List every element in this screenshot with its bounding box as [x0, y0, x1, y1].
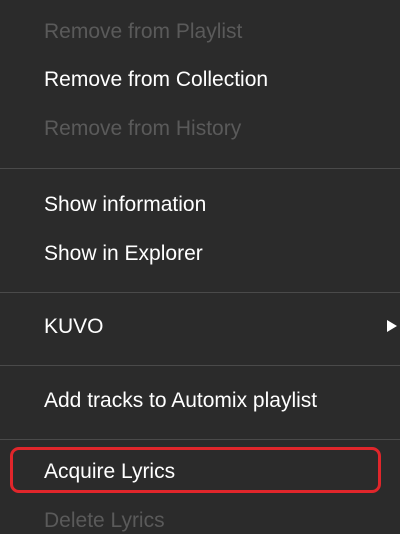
- menu-item-add-tracks-to-automix-playlist[interactable]: Add tracks to Automix playlist: [44, 389, 317, 413]
- menu-item-remove-from-collection[interactable]: Remove from Collection: [44, 68, 268, 92]
- menu-item-kuvo[interactable]: KUVO: [44, 315, 104, 339]
- menu-item-acquire-lyrics[interactable]: Acquire Lyrics: [44, 460, 175, 484]
- menu-divider: [0, 168, 400, 169]
- menu-item-show-information[interactable]: Show information: [44, 193, 206, 217]
- context-menu: Remove from Playlist Remove from Collect…: [0, 0, 400, 534]
- menu-divider: [0, 439, 400, 440]
- menu-item-delete-lyrics: Delete Lyrics: [44, 509, 165, 532]
- menu-item-remove-from-history: Remove from History: [44, 117, 242, 140]
- menu-divider: [0, 365, 400, 366]
- chevron-right-icon: [387, 320, 397, 332]
- menu-item-show-in-explorer[interactable]: Show in Explorer: [44, 242, 203, 266]
- menu-divider: [0, 292, 400, 293]
- menu-item-remove-from-playlist: Remove from Playlist: [44, 20, 243, 43]
